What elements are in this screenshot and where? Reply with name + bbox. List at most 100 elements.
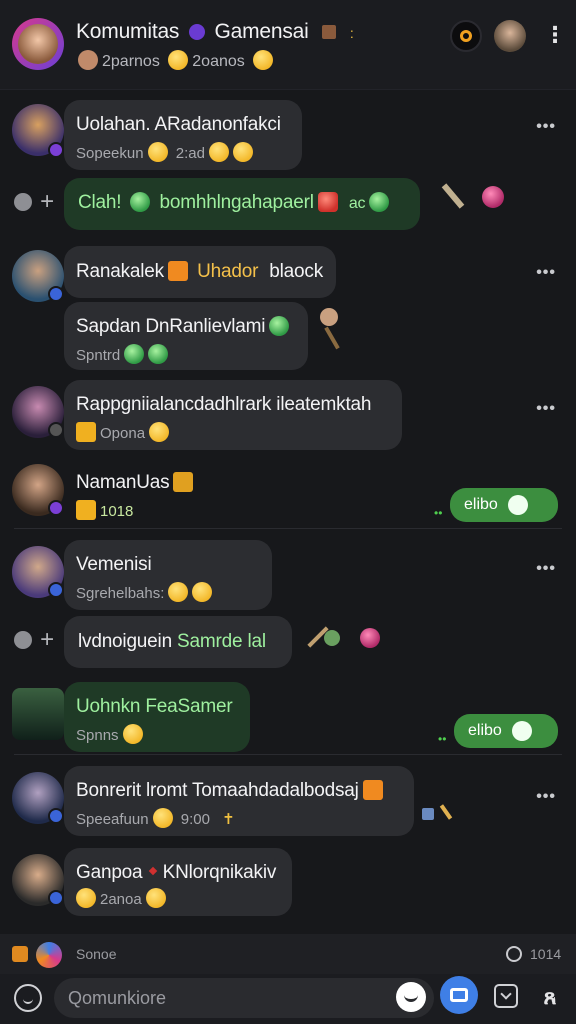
group-subtitle: 2parnos 2oanos <box>78 50 274 71</box>
member-icon <box>168 50 189 70</box>
smile-icon <box>145 888 166 908</box>
sticker-icon[interactable] <box>306 624 346 650</box>
sticker-icon[interactable] <box>316 308 346 354</box>
sticker-icon[interactable] <box>422 804 456 822</box>
smile-icon <box>149 422 170 442</box>
app-icon[interactable] <box>36 942 62 968</box>
avatar-badge <box>48 890 64 906</box>
more-icon[interactable]: ••• <box>536 264 556 282</box>
attach-icon[interactable] <box>12 946 28 962</box>
gift-icon <box>317 192 338 212</box>
avatar-badge <box>48 286 64 302</box>
smile-icon <box>253 50 274 70</box>
reply-pill[interactable]: elibo <box>454 714 558 748</box>
fire-icon <box>362 780 383 800</box>
gif-icon[interactable] <box>494 984 518 1008</box>
message-bubble[interactable]: Ranakalek Uhador blaock <box>64 246 336 298</box>
game-icon <box>148 344 169 364</box>
check-icon <box>511 721 532 741</box>
reply-pill[interactable]: elibo <box>450 488 558 522</box>
sticker-icon[interactable] <box>360 628 380 648</box>
message-bubble[interactable]: Sapdan DnRanlievlami Spntrd <box>64 302 308 370</box>
message-bubble[interactable]: Rappgniialancdadhlrark ileatemktah Opona <box>64 380 402 450</box>
emoji-icon[interactable] <box>14 984 42 1012</box>
avatar-badge <box>48 808 64 824</box>
fire-icon <box>167 261 188 281</box>
game-icon <box>124 344 145 364</box>
message-text: Sapdan DnRanlievlami <box>76 316 290 338</box>
sticker-icon[interactable] <box>482 186 504 208</box>
message-author: Uohnkn FeaSamer <box>76 696 233 717</box>
message-input[interactable]: Qomunkiore <box>54 978 434 1018</box>
mic-icon[interactable]: ጸ <box>538 984 562 1010</box>
message-bubble[interactable]: Clah! bomhhlngahapaerl ac <box>64 178 420 230</box>
check-icon <box>507 495 528 515</box>
message-author: Ganpoa KNlorqnikakiv <box>76 862 277 883</box>
search-icon[interactable] <box>450 20 482 52</box>
smile-icon <box>147 142 168 162</box>
message-author: Uolahan. ARadanonfakci <box>76 114 281 135</box>
more-icon[interactable]: ••• <box>536 118 556 136</box>
star-icon <box>76 422 96 442</box>
smile-icon <box>208 142 229 162</box>
avatar[interactable] <box>12 688 64 740</box>
read-receipt-icon: •• <box>438 732 447 746</box>
game-icon <box>369 192 390 212</box>
smile-icon <box>232 142 253 162</box>
profile-avatar[interactable] <box>494 20 526 52</box>
typing-status-bar: Sonoe 1014 <box>0 934 576 974</box>
menu-icon[interactable]: ⋮ <box>544 24 566 46</box>
message-meta: Speeafuun 9:00 ✝ <box>76 808 235 828</box>
group-title[interactable]: Komumitas Gamensai : <box>76 20 354 44</box>
avatar-badge <box>48 422 64 438</box>
more-icon[interactable]: ••• <box>536 400 556 418</box>
sticker-button-icon[interactable] <box>396 982 426 1012</box>
send-button[interactable] <box>440 976 478 1014</box>
game-icon <box>269 316 290 336</box>
message-meta: Sopeekun 2:ad <box>76 142 253 162</box>
divider <box>14 754 562 755</box>
reaction-icon[interactable]: + <box>14 626 54 654</box>
message-author: NamanUas <box>76 472 194 494</box>
smile-icon <box>192 582 213 602</box>
read-receipt-icon: •• <box>434 506 443 520</box>
message-meta: Opona <box>76 422 170 442</box>
message-bubble[interactable]: Bonrerit lromt Tomaahdadalbodsaj Speeafu… <box>64 766 414 836</box>
message-meta: Spnns <box>76 724 143 744</box>
group-avatar[interactable] <box>12 18 64 70</box>
status-right-text: 1014 <box>530 946 562 962</box>
avatar-badge <box>48 142 64 158</box>
message-text: lvdnoiguein Samrde lal <box>78 631 266 652</box>
star-icon <box>76 500 96 520</box>
status-left-text: Sonoe <box>76 946 117 962</box>
message-author: Vemenisi <box>76 554 152 575</box>
message-text: Clah! bomhhlngahapaerl ac <box>78 192 390 214</box>
message-bubble[interactable]: lvdnoiguein Samrde lal <box>64 616 292 668</box>
avatar-badge <box>48 500 64 516</box>
clock-icon <box>506 946 522 962</box>
message-bubble[interactable]: Vemenisi Sgrehelbahs: <box>64 540 272 610</box>
message-author: Rappgniialancdadhlrark ileatemktah <box>76 394 372 415</box>
crown-icon <box>173 472 194 492</box>
message-bubble[interactable]: Uohnkn FeaSamer Spnns <box>64 682 250 752</box>
message-meta: Sgrehelbahs: <box>76 582 213 602</box>
game-icon <box>130 192 151 212</box>
smile-icon <box>152 808 173 828</box>
message-bubble[interactable]: Uolahan. ARadanonfakci Sopeekun 2:ad <box>64 100 302 170</box>
message-bubble[interactable]: Ganpoa KNlorqnikakiv 2anoa <box>64 848 292 916</box>
more-icon[interactable]: ••• <box>536 788 556 806</box>
chat-header: Komumitas Gamensai : 2parnos 2oanos ⋮ <box>0 0 576 90</box>
message-meta: 2anoa <box>76 888 166 908</box>
more-icon[interactable]: ••• <box>536 560 556 578</box>
sticker-icon[interactable] <box>436 182 470 212</box>
reaction-icon[interactable]: + <box>14 188 54 216</box>
member-icon <box>78 50 98 70</box>
divider <box>14 528 562 529</box>
message-meta: Spntrd <box>76 344 169 364</box>
smile-icon <box>168 582 189 602</box>
avatar-badge <box>48 582 64 598</box>
dots-icon: : <box>349 25 354 41</box>
smile-icon <box>76 888 96 908</box>
pin-icon: ✝ <box>222 811 235 828</box>
message-author: Bonrerit lromt Tomaahdadalbodsaj <box>76 780 383 802</box>
